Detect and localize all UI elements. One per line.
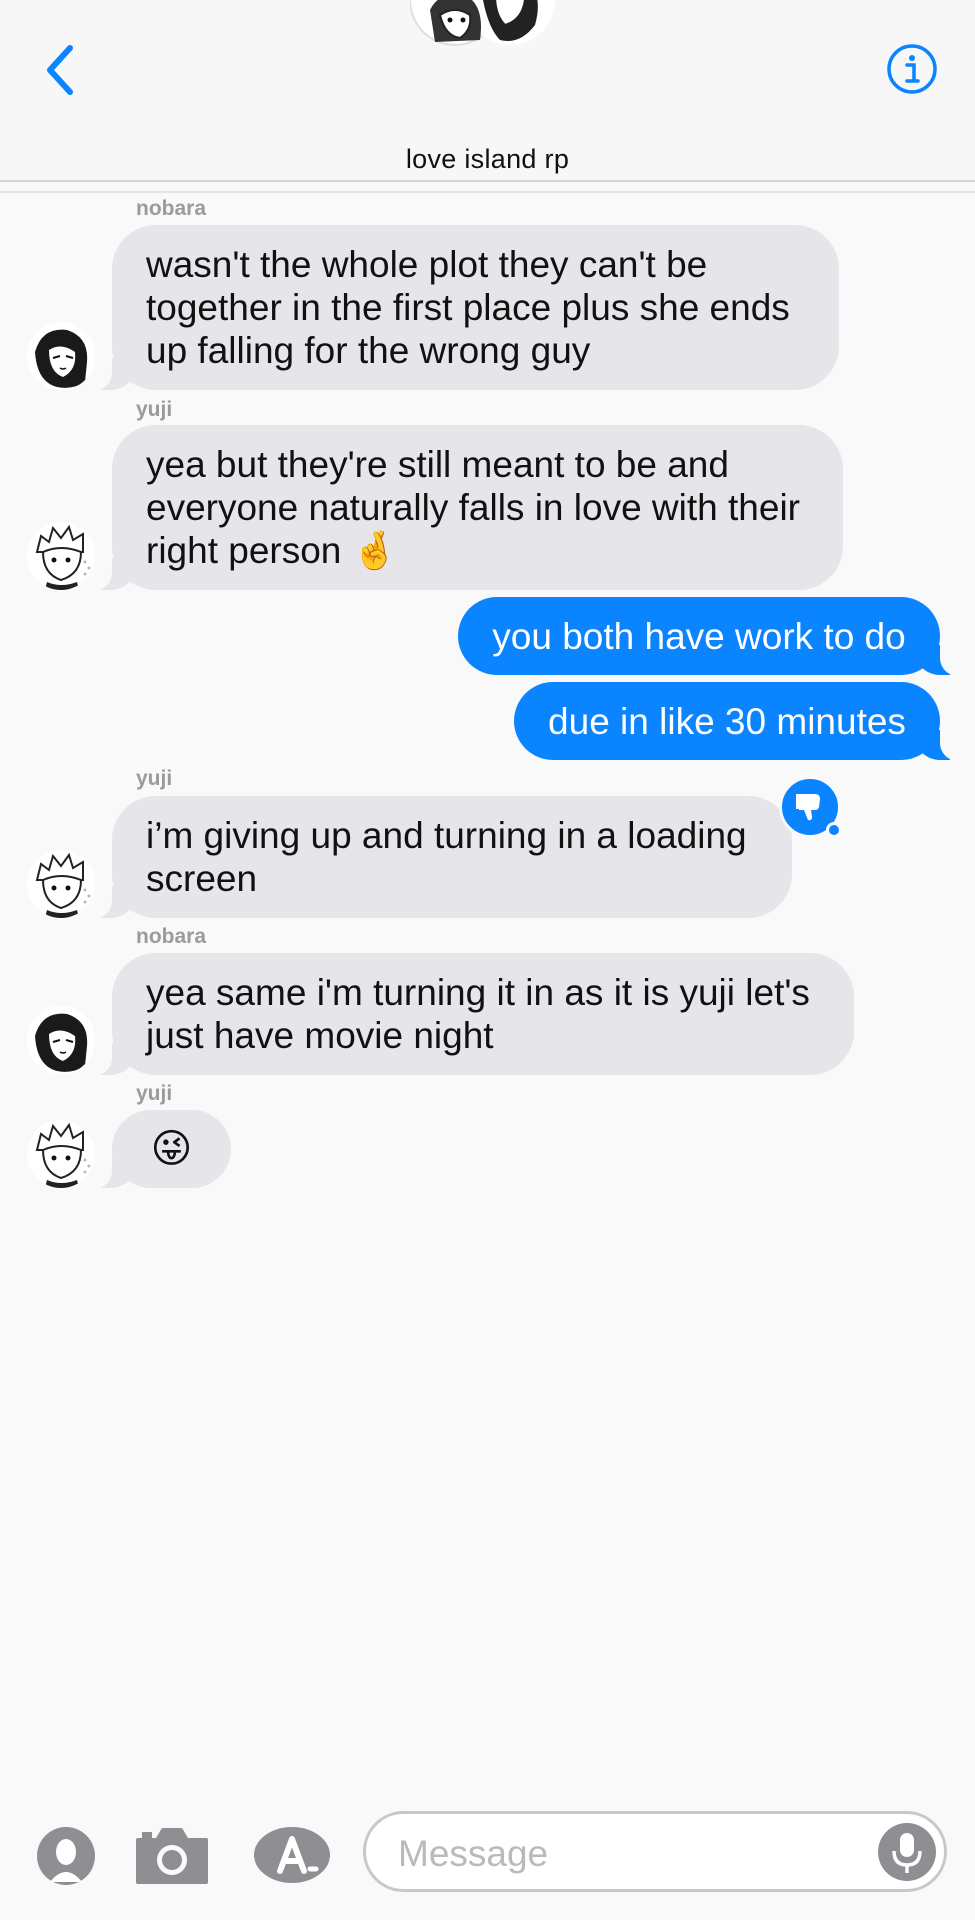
message-bubble[interactable]: 😜 xyxy=(86,1110,231,1189)
message-text: yea but they're still meant to be and ev… xyxy=(146,444,800,571)
crossed-fingers-emoji: 🤞 xyxy=(351,530,398,571)
memoji-icon xyxy=(37,1827,95,1885)
outgoing-message-bubble[interactable]: you both have work to do xyxy=(458,597,964,676)
chevron-left-icon xyxy=(47,45,73,95)
camera-icon xyxy=(136,1828,208,1884)
message-text: i’m giving up and turning in a loading s… xyxy=(146,815,747,899)
back-button[interactable] xyxy=(40,40,80,100)
message-text: yea same i'm turning it in as it is yuji… xyxy=(146,972,810,1056)
message-bubble[interactable]: wasn't the whole plot they can't be toge… xyxy=(86,225,839,391)
header-divider xyxy=(0,191,975,193)
message-input[interactable]: Message xyxy=(363,1811,947,1892)
app-store-icon xyxy=(254,1827,330,1883)
sender-label: nobara xyxy=(136,925,207,948)
tapback-tail xyxy=(826,822,842,838)
app-store-button[interactable] xyxy=(252,1825,332,1890)
memoji-button[interactable] xyxy=(36,1826,96,1891)
avatar-nobara[interactable] xyxy=(27,1006,95,1074)
thumbs-down-icon xyxy=(796,794,820,821)
outgoing-message-bubble[interactable]: due in like 30 minutes xyxy=(514,682,964,761)
conversation-title[interactable]: love island rp xyxy=(0,144,975,175)
avatar-yuji[interactable] xyxy=(27,522,95,590)
sender-label: nobara xyxy=(136,197,207,220)
group-avatar[interactable] xyxy=(409,0,560,75)
message-text: due in like 30 minutes xyxy=(548,700,906,742)
sender-label: yuji xyxy=(136,1082,173,1105)
message-bubble[interactable]: yea same i'm turning it in as it is yuji… xyxy=(86,953,854,1076)
message-text: you both have work to do xyxy=(492,615,906,657)
message-bubble[interactable]: yea but they're still meant to be and ev… xyxy=(86,425,843,591)
avatar-yuji[interactable] xyxy=(27,1120,95,1188)
conversation-header: love island rp xyxy=(0,0,975,182)
sender-label: yuji xyxy=(136,398,173,421)
avatar-yuji[interactable] xyxy=(27,850,95,918)
message-bubble[interactable]: i’m giving up and turning in a loading s… xyxy=(86,796,792,919)
microphone-icon xyxy=(892,1833,922,1873)
sender-label: yuji xyxy=(136,767,173,790)
winking-tongue-emoji: 😜 xyxy=(150,1126,193,1171)
info-button[interactable] xyxy=(886,43,938,95)
message-text: wasn't the whole plot they can't be toge… xyxy=(146,244,790,371)
dictation-button[interactable] xyxy=(878,1823,936,1881)
avatar-nobara[interactable] xyxy=(27,322,95,390)
camera-button[interactable] xyxy=(134,1824,210,1891)
message-placeholder: Message xyxy=(398,1833,549,1874)
info-icon xyxy=(887,44,937,94)
